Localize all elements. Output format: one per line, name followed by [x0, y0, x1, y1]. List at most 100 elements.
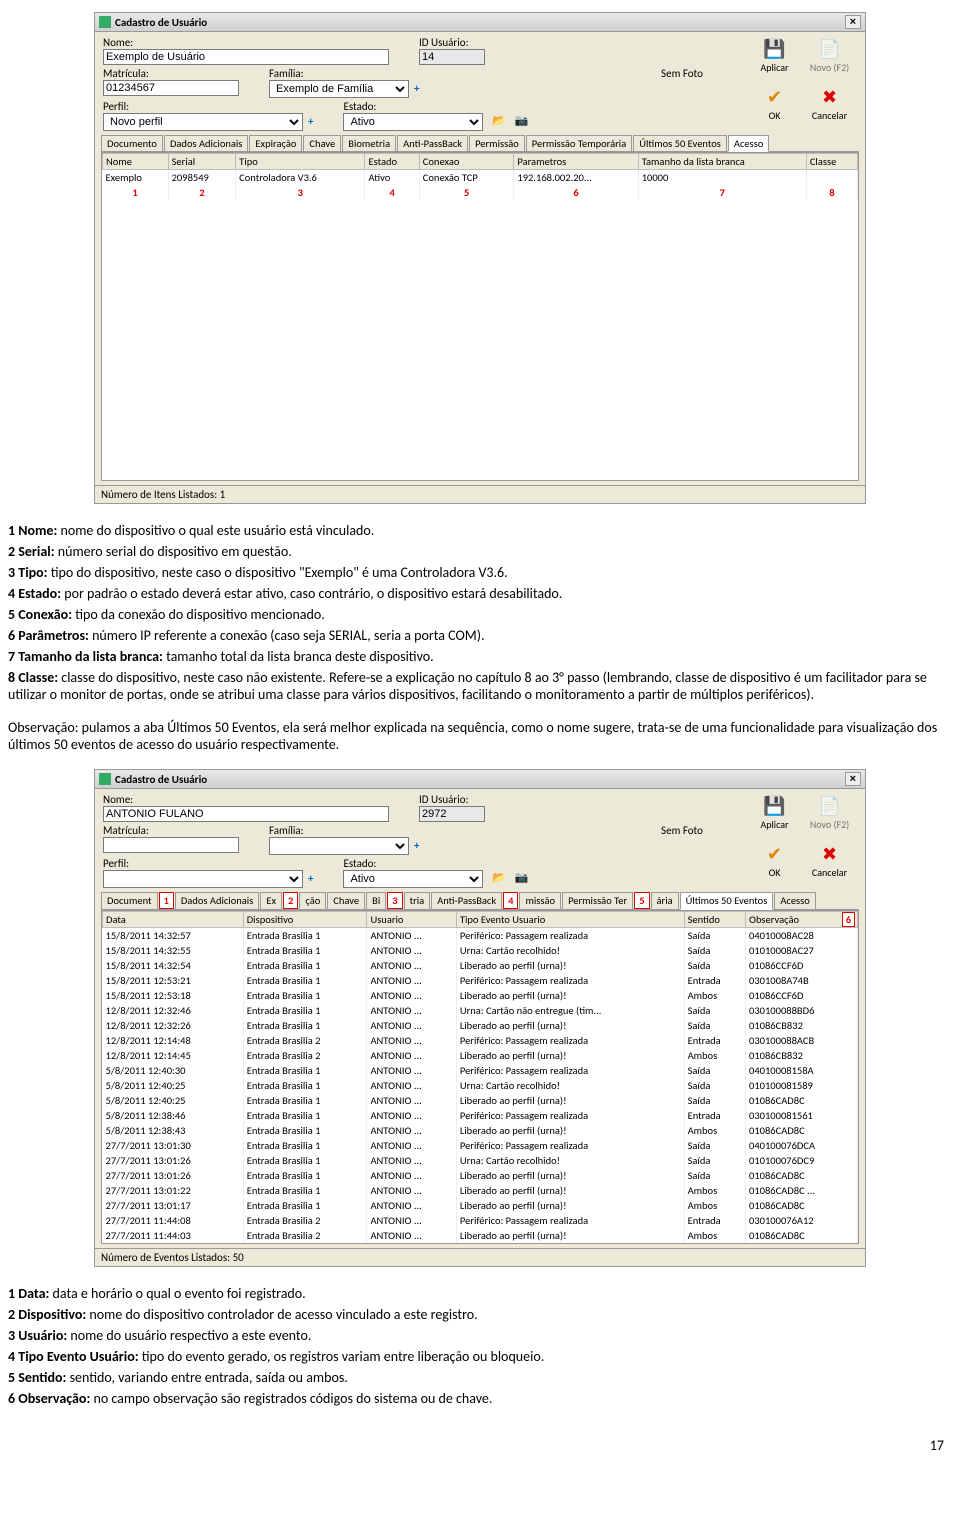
- tab-expiração[interactable]: Expiração: [249, 135, 302, 151]
- cancelar-button[interactable]: ✖Cancelar: [807, 843, 853, 879]
- perfil-select[interactable]: Novo perfil: [103, 113, 303, 131]
- tab-fragment[interactable]: Anti-PassBack: [431, 892, 502, 909]
- tabs-row: DocumentoDados AdicionaisExpiraçãoChaveB…: [101, 135, 859, 152]
- desc-item: 5 Sentido: sentido, variando entre entra…: [8, 1369, 952, 1386]
- tab-fragment[interactable]: missão: [519, 892, 561, 909]
- table-row[interactable]: 5/8/2011 12:38:43Entrada Brasilia 1ANTON…: [103, 1123, 858, 1138]
- table-row[interactable]: 5/8/2011 12:40:25Entrada Brasilia 1ANTON…: [103, 1093, 858, 1108]
- col-header[interactable]: Conexao: [419, 154, 514, 170]
- desc-item: 8 Classe: classe do dispositivo, neste c…: [8, 669, 952, 703]
- tab-acesso[interactable]: Acesso: [728, 135, 770, 152]
- table-row[interactable]: 5/8/2011 12:40:30Entrada Brasilia 1ANTON…: [103, 1063, 858, 1078]
- col-header[interactable]: Tamanho da lista branca: [638, 154, 806, 170]
- fam-select[interactable]: Exemplo de Família: [269, 80, 409, 98]
- close-icon[interactable]: ×: [845, 15, 861, 29]
- cell: Saída: [684, 1078, 745, 1093]
- fam-select[interactable]: [269, 837, 409, 855]
- col-header[interactable]: Classe: [806, 154, 857, 170]
- col-header[interactable]: Dispositivo: [243, 912, 367, 928]
- ok-button[interactable]: ✔OK: [752, 86, 798, 122]
- cell: Entrada Brasilia 1: [243, 1153, 367, 1168]
- table-row[interactable]: 27/7/2011 11:44:03Entrada Brasilia 2ANTO…: [103, 1228, 858, 1243]
- col-header[interactable]: Estado: [365, 154, 419, 170]
- close-icon[interactable]: ×: [845, 772, 861, 786]
- novo-button[interactable]: 📄Novo (F2): [807, 38, 853, 74]
- table-row[interactable]: 27/7/2011 13:01:30Entrada Brasilia 1ANTO…: [103, 1138, 858, 1153]
- desc-item: 6 Parâmetros: número IP referente a cone…: [8, 627, 952, 644]
- cell: Saída: [684, 928, 745, 944]
- cell: ANTONIO ...: [367, 1168, 456, 1183]
- col-header[interactable]: Usuario: [367, 912, 456, 928]
- cell: Entrada Brasilia 1: [243, 1108, 367, 1123]
- tab-fragment[interactable]: Dados Adicionais: [175, 892, 259, 909]
- perfil-select[interactable]: [103, 870, 303, 888]
- table-row[interactable]: 27/7/2011 11:44:08Entrada Brasilia 2ANTO…: [103, 1213, 858, 1228]
- col-header[interactable]: Serial: [168, 154, 236, 170]
- tab-dados-adicionais[interactable]: Dados Adicionais: [164, 135, 248, 151]
- tab-permissão-temporária[interactable]: Permissão Temporária: [526, 135, 632, 151]
- tab-fragment[interactable]: Ex: [260, 892, 282, 909]
- tab-últimos-50-eventos[interactable]: Últimos 50 Eventos: [633, 135, 727, 151]
- desc-item: 4 Tipo Evento Usuário: tipo do evento ge…: [8, 1348, 952, 1365]
- table-row[interactable]: 12/8/2011 12:32:46Entrada Brasilia 1ANTO…: [103, 1003, 858, 1018]
- add-fam-icon[interactable]: +: [412, 839, 420, 852]
- nome-input[interactable]: [103, 49, 389, 65]
- cancelar-button[interactable]: ✖Cancelar: [807, 86, 853, 122]
- cell: 12/8/2011 12:14:45: [103, 1048, 244, 1063]
- table-row[interactable]: 27/7/2011 13:01:26Entrada Brasilia 1ANTO…: [103, 1153, 858, 1168]
- col-header[interactable]: Parametros: [514, 154, 638, 170]
- estado-select[interactable]: Ativo: [343, 870, 483, 888]
- mat-input[interactable]: [103, 80, 239, 96]
- tab-biometria[interactable]: Biometria: [342, 135, 396, 151]
- col-header[interactable]: Tipo: [236, 154, 365, 170]
- aplicar-button[interactable]: 💾Aplicar: [752, 38, 798, 74]
- novo-button[interactable]: 📄Novo (F2): [807, 795, 853, 831]
- add-perfil-icon[interactable]: +: [306, 872, 314, 885]
- tab-documento[interactable]: Documento: [101, 135, 163, 151]
- tab-fragment[interactable]: ção: [299, 892, 326, 909]
- table-row[interactable]: 27/7/2011 13:01:17Entrada Brasilia 1ANTO…: [103, 1198, 858, 1213]
- add-fam-icon[interactable]: +: [412, 82, 420, 95]
- nome-input[interactable]: [103, 806, 389, 822]
- table-row[interactable]: 5/8/2011 12:38:46Entrada Brasilia 1ANTON…: [103, 1108, 858, 1123]
- table-row[interactable]: 15/8/2011 12:53:18Entrada Brasilia 1ANTO…: [103, 988, 858, 1003]
- tab-fragment[interactable]: tria: [404, 892, 431, 909]
- tab-fragment[interactable]: Document: [101, 892, 158, 909]
- table-row[interactable]: 27/7/2011 13:01:22Entrada Brasilia 1ANTO…: [103, 1183, 858, 1198]
- estado-select[interactable]: Ativo: [343, 113, 483, 131]
- tab-fragment[interactable]: Bi: [366, 892, 386, 909]
- ok-button[interactable]: ✔OK: [752, 843, 798, 879]
- table-row[interactable]: 15/8/2011 14:32:55Entrada Brasilia 1ANTO…: [103, 943, 858, 958]
- table-row[interactable]: 12/8/2011 12:32:26Entrada Brasilia 1ANTO…: [103, 1018, 858, 1033]
- add-perfil-icon[interactable]: +: [306, 115, 314, 128]
- col-header[interactable]: Data: [103, 912, 244, 928]
- table-row[interactable]: 12/8/2011 12:14:48Entrada Brasilia 2ANTO…: [103, 1033, 858, 1048]
- folder-icon[interactable]: 📂: [492, 871, 508, 887]
- table-row[interactable]: 5/8/2011 12:40:25Entrada Brasilia 1ANTON…: [103, 1078, 858, 1093]
- tab-anti-passback[interactable]: Anti-PassBack: [397, 135, 468, 151]
- cell: 27/7/2011 13:01:17: [103, 1198, 244, 1213]
- camera-icon[interactable]: 📷: [514, 871, 530, 887]
- col-header[interactable]: Tipo Evento Usuario: [456, 912, 684, 928]
- table-row[interactable]: 15/8/2011 12:53:21Entrada Brasilia 1ANTO…: [103, 973, 858, 988]
- table-row[interactable]: 27/7/2011 13:01:26Entrada Brasilia 1ANTO…: [103, 1168, 858, 1183]
- col-header[interactable]: Nome: [103, 154, 169, 170]
- tab-chave[interactable]: Chave: [303, 135, 341, 151]
- tab-fragment[interactable]: Acesso: [774, 892, 816, 909]
- camera-icon[interactable]: 📷: [514, 114, 530, 130]
- aplicar-button[interactable]: 💾Aplicar: [752, 795, 798, 831]
- table-row[interactable]: 12/8/2011 12:14:45Entrada Brasilia 2ANTO…: [103, 1048, 858, 1063]
- mat-input[interactable]: [103, 837, 239, 853]
- tab-fragment[interactable]: Chave: [327, 892, 365, 909]
- tab-permissão[interactable]: Permissão: [469, 135, 525, 151]
- tab-fragment[interactable]: Permissão Ter: [562, 892, 633, 909]
- col-header[interactable]: Observação6: [746, 912, 858, 928]
- col-header[interactable]: Sentido: [684, 912, 745, 928]
- tab-fragment[interactable]: ária: [651, 892, 679, 909]
- cell: 01086CB832: [746, 1018, 858, 1033]
- cell: ANTONIO ...: [367, 943, 456, 958]
- tab-fragment[interactable]: Últimos 50 Eventos: [680, 892, 774, 910]
- table-row[interactable]: 15/8/2011 14:32:54Entrada Brasilia 1ANTO…: [103, 958, 858, 973]
- table-row[interactable]: 15/8/2011 14:32:57Entrada Brasilia 1ANTO…: [103, 928, 858, 944]
- folder-icon[interactable]: 📂: [492, 114, 508, 130]
